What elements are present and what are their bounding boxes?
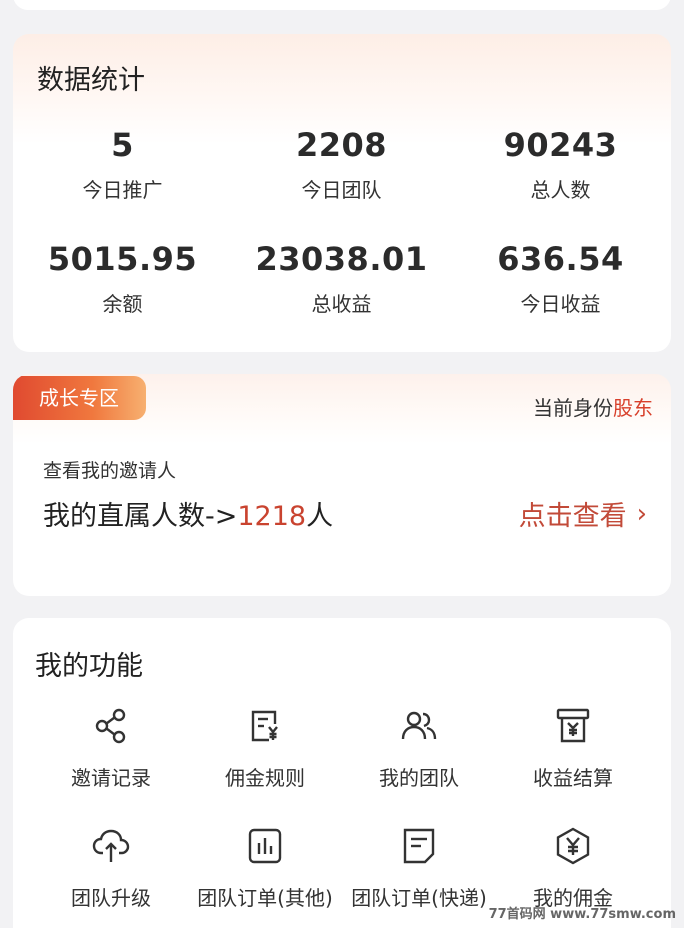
stat-label: 余额 [102, 292, 143, 316]
commission-icon [553, 826, 593, 866]
direct-prefix: 我的直属人数-> [43, 501, 238, 532]
func-label: 收益结算 [533, 766, 613, 790]
func-label: 我的团队 [379, 766, 459, 790]
stat-label: 今日收益 [520, 292, 601, 316]
stat-value: 2208 [295, 126, 388, 164]
stat-total-income: 23038.01 总收益 [232, 240, 451, 317]
share-icon [91, 706, 131, 746]
growth-card: 成长专区 当前身份股东 查看我的邀请人 我的直属人数->1218人 点击查看 › [13, 374, 671, 596]
stat-value: 636.54 [497, 240, 624, 278]
func-invite-records[interactable]: 邀请记录 [31, 706, 191, 791]
watermark: 77首码网 www.77smw.com [488, 907, 676, 922]
current-identity: 当前身份股东 [533, 392, 653, 421]
identity-role: 股东 [613, 396, 653, 420]
functions-title: 我的功能 [35, 651, 143, 682]
click-to-view-button[interactable]: 点击查看 › [519, 494, 647, 533]
identity-label: 当前身份 [533, 396, 613, 420]
stat-total-people: 90243 总人数 [451, 126, 670, 203]
func-my-team[interactable]: 我的团队 [339, 706, 499, 791]
stat-today-team: 2208 今日团队 [232, 126, 451, 203]
stat-label: 今日推广 [82, 178, 163, 202]
stat-balance: 5015.95 余额 [13, 240, 232, 317]
view-label: 点击查看 [518, 501, 627, 532]
stat-value: 23038.01 [255, 240, 428, 278]
func-label: 团队升级 [71, 886, 151, 910]
func-commission-rules[interactable]: 佣金规则 [185, 706, 345, 791]
direct-suffix: 人 [306, 501, 334, 532]
cloud-upload-icon [91, 826, 131, 866]
bar-chart-icon [245, 826, 285, 866]
settlement-icon [553, 706, 593, 746]
stat-label: 总人数 [530, 178, 591, 202]
stat-value: 90243 [503, 126, 618, 164]
previous-card [13, 0, 671, 10]
direct-count: 1218 [237, 501, 307, 532]
func-label: 团队订单(其他) [197, 886, 333, 910]
func-label: 佣金规则 [225, 766, 305, 790]
stats-title: 数据统计 [37, 65, 145, 96]
stat-today-promotion: 5 今日推广 [13, 126, 232, 203]
stat-today-income: 636.54 今日收益 [451, 240, 670, 317]
func-team-orders-other[interactable]: 团队订单(其他) [185, 826, 345, 911]
document-icon [399, 826, 439, 866]
functions-card: 我的功能 邀请记录 佣金规则 我的团队 收益结算 团队升级 团队订单(其他) 团… [13, 618, 671, 928]
func-label: 邀请记录 [71, 766, 151, 790]
stat-value: 5015.95 [47, 240, 198, 278]
func-team-orders-express[interactable]: 团队订单(快递) [339, 826, 499, 911]
stat-label: 今日团队 [301, 178, 382, 202]
growth-zone-badge: 成长专区 [13, 376, 146, 420]
chevron-right-icon: › [636, 498, 647, 529]
stat-label: 总收益 [311, 292, 372, 316]
stat-value: 5 [111, 126, 134, 164]
func-my-commission[interactable]: 我的佣金 [493, 826, 653, 911]
stats-card: 数据统计 5 今日推广 2208 今日团队 90243 总人数 5015.95 … [13, 34, 671, 352]
team-icon [399, 706, 439, 746]
view-inviter-link[interactable]: 查看我的邀请人 [43, 456, 176, 483]
direct-members-count: 我的直属人数->1218人 [43, 494, 333, 533]
rules-icon [245, 706, 285, 746]
func-label: 团队订单(快递) [351, 886, 487, 910]
func-team-upgrade[interactable]: 团队升级 [31, 826, 191, 911]
func-income-settlement[interactable]: 收益结算 [493, 706, 653, 791]
